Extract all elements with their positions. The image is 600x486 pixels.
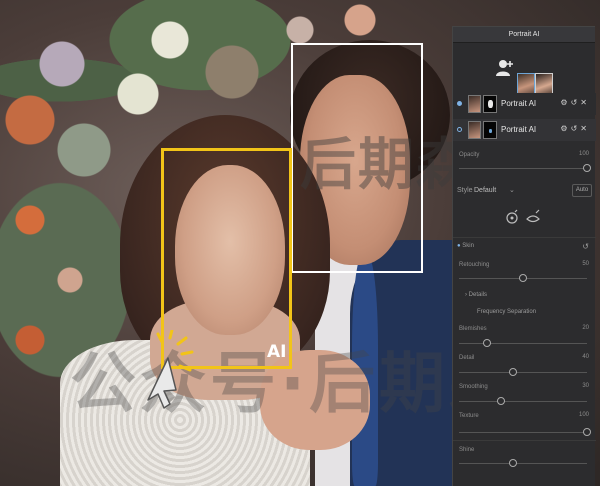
detail-slider-handle[interactable] bbox=[509, 368, 517, 376]
chevron-down-icon[interactable]: ⌄ bbox=[509, 186, 515, 194]
layer-mask-thumbnail[interactable] bbox=[483, 121, 497, 139]
shine-slider-track[interactable] bbox=[459, 463, 587, 464]
detail-value: 40 bbox=[582, 354, 589, 360]
details-label: Details bbox=[468, 292, 488, 298]
retouching-value: 50 bbox=[582, 261, 589, 267]
frequency-separation-label: Frequency Separation bbox=[477, 309, 537, 315]
divider bbox=[453, 440, 596, 441]
cursor-icon bbox=[147, 330, 194, 409]
layer-name: Portrait AI bbox=[501, 99, 537, 108]
opacity-slider-track[interactable] bbox=[459, 168, 587, 169]
reset-icon[interactable]: ↺ bbox=[571, 98, 581, 107]
auto-button[interactable]: Auto bbox=[572, 184, 592, 197]
skin-reset-icon[interactable]: ↺ bbox=[582, 242, 589, 251]
blemishes-slider-track[interactable] bbox=[459, 343, 587, 344]
style-dropdown-value[interactable]: Default bbox=[474, 187, 496, 194]
face-detection-box-man[interactable] bbox=[291, 43, 423, 273]
retouching-slider-handle[interactable] bbox=[519, 274, 527, 282]
layer-row-2[interactable]: Portrait AI ⚙↺✕ bbox=[453, 119, 596, 141]
detail-label: Detail bbox=[459, 355, 475, 361]
details-expander[interactable]: › Details bbox=[465, 292, 487, 298]
layer-thumbnail bbox=[468, 121, 481, 139]
texture-slider-track[interactable] bbox=[459, 432, 587, 433]
style-label: Style bbox=[457, 187, 473, 194]
skin-toggle-dot[interactable]: ● bbox=[457, 243, 461, 249]
panel-title: Portrait AI bbox=[453, 27, 595, 43]
chevron-right-icon: › bbox=[465, 292, 467, 298]
blemishes-label: Blemishes bbox=[459, 326, 487, 332]
detail-control: Detail 40 bbox=[459, 354, 589, 376]
face-selector-row bbox=[453, 43, 595, 97]
portrait-ai-panel: Portrait AI Portrait AI ⚙↺✕ Portrait AI … bbox=[452, 26, 596, 486]
face-tools bbox=[506, 209, 540, 224]
face-light-icon[interactable] bbox=[506, 209, 518, 224]
close-icon[interactable]: ✕ bbox=[580, 98, 590, 107]
retouching-control: Retouching 50 bbox=[459, 261, 589, 282]
gear-icon[interactable]: ⚙ bbox=[560, 98, 570, 107]
shine-slider-handle[interactable] bbox=[509, 459, 517, 467]
layer-mask-thumbnail[interactable] bbox=[483, 95, 497, 113]
blemishes-control: Blemishes 20 bbox=[459, 325, 589, 347]
texture-control: Texture 100 bbox=[459, 412, 591, 436]
opacity-label: Opacity bbox=[459, 152, 480, 158]
layer-thumbnail bbox=[468, 95, 481, 113]
add-person-icon[interactable] bbox=[495, 58, 515, 78]
gear-icon[interactable]: ⚙ bbox=[560, 124, 570, 133]
reset-icon[interactable]: ↺ bbox=[571, 124, 581, 133]
texture-value: 100 bbox=[578, 412, 589, 418]
lips-icon[interactable] bbox=[526, 209, 540, 223]
smoothing-value: 30 bbox=[582, 383, 589, 389]
layer-actions: ⚙↺✕ bbox=[560, 98, 590, 107]
layer-visibility-dot[interactable] bbox=[457, 101, 462, 106]
smoothing-slider-track[interactable] bbox=[459, 401, 587, 402]
divider bbox=[453, 237, 596, 238]
ai-badge: AI bbox=[267, 342, 287, 362]
detail-slider-track[interactable] bbox=[459, 372, 587, 373]
retouching-label: Retouching bbox=[459, 262, 490, 268]
opacity-value: 100 bbox=[578, 151, 589, 157]
opacity-control: Opacity 100 bbox=[459, 151, 591, 172]
texture-slider-handle[interactable] bbox=[583, 428, 591, 436]
blemishes-value: 20 bbox=[582, 325, 589, 331]
skin-label: Skin bbox=[462, 243, 474, 249]
smoothing-control: Smoothing 30 bbox=[459, 383, 589, 405]
layer-actions: ⚙↺✕ bbox=[560, 124, 590, 133]
blemishes-slider-handle[interactable] bbox=[483, 339, 491, 347]
smoothing-slider-handle[interactable] bbox=[497, 397, 505, 405]
texture-label: Texture bbox=[459, 413, 479, 419]
shine-control: Shine bbox=[459, 446, 589, 467]
shine-label: Shine bbox=[459, 447, 475, 453]
smoothing-label: Smoothing bbox=[459, 384, 488, 390]
style-row: Style Default ⌄ Auto bbox=[457, 184, 592, 198]
opacity-slider-handle[interactable] bbox=[583, 164, 591, 172]
skin-section-header[interactable]: ● Skin bbox=[457, 243, 474, 249]
layer-visibility-dot[interactable] bbox=[457, 127, 462, 132]
layer-name: Portrait AI bbox=[501, 125, 537, 134]
layer-row-1[interactable]: Portrait AI ⚙↺✕ bbox=[453, 93, 596, 115]
close-icon[interactable]: ✕ bbox=[580, 124, 590, 133]
